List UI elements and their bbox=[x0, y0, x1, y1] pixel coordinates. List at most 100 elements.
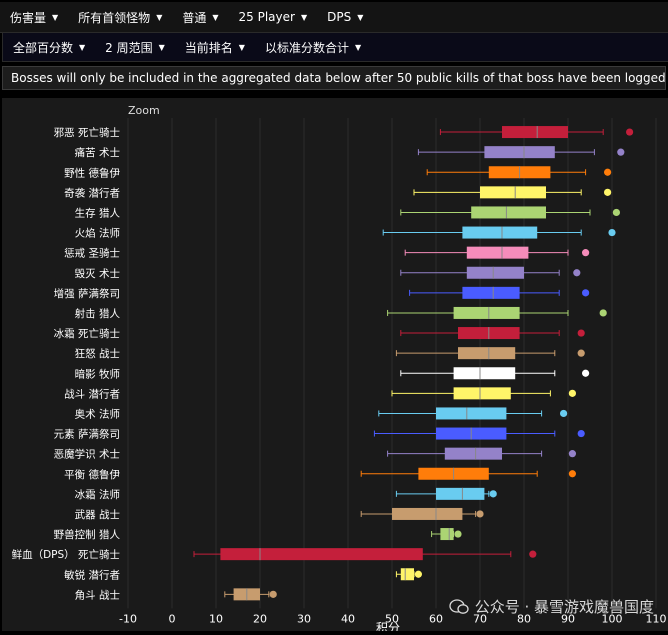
iqr-box[interactable] bbox=[392, 507, 463, 520]
outlier-point[interactable] bbox=[577, 329, 585, 337]
chevron-down-icon: ▼ bbox=[158, 42, 165, 52]
iqr-box[interactable] bbox=[462, 286, 520, 299]
row-label: 鲜血（DPS） 死亡骑士 bbox=[12, 548, 120, 561]
iqr-box[interactable] bbox=[436, 407, 507, 420]
row-label: 奇袭 潜行者 bbox=[64, 186, 120, 199]
percentile-label: 全部百分数 bbox=[13, 40, 74, 55]
scoring-dropdown[interactable]: 以标准分数合计 ▼ bbox=[255, 39, 371, 56]
outlier-point[interactable] bbox=[573, 269, 581, 277]
outlier-point[interactable] bbox=[568, 450, 577, 458]
outlier-point[interactable] bbox=[604, 188, 612, 196]
ranking-dropdown[interactable]: 当前排名 ▼ bbox=[175, 39, 255, 56]
iqr-box[interactable] bbox=[453, 306, 520, 319]
chevron-down-icon: ▼ bbox=[52, 12, 59, 22]
zoom-label[interactable]: Zoom bbox=[128, 104, 160, 117]
iqr-box[interactable] bbox=[462, 226, 538, 239]
chevron-down-icon: ▼ bbox=[156, 12, 163, 22]
stat-dropdown[interactable]: DPS ▼ bbox=[317, 10, 373, 24]
row-label: 奥术 法师 bbox=[75, 407, 120, 420]
outlier-point[interactable] bbox=[582, 249, 590, 257]
box-row: 狂怒 战士 bbox=[75, 347, 585, 360]
outlier-point[interactable] bbox=[568, 470, 577, 478]
time-range-label: 2 周范围 bbox=[105, 40, 153, 55]
ranking-label: 当前排名 bbox=[184, 40, 233, 55]
outlier-point[interactable] bbox=[568, 389, 577, 397]
outlier-point[interactable] bbox=[604, 168, 612, 176]
row-label: 狂怒 战士 bbox=[75, 347, 120, 360]
x-tick-label: 30 bbox=[297, 612, 311, 625]
time-range-dropdown[interactable]: 2 周范围 ▼ bbox=[95, 39, 175, 56]
iqr-box[interactable] bbox=[453, 387, 511, 400]
outlier-point[interactable] bbox=[626, 128, 634, 136]
outlier-point[interactable] bbox=[560, 409, 568, 418]
row-label: 恶魔学识 术士 bbox=[54, 448, 120, 461]
outlier-point[interactable] bbox=[529, 550, 537, 558]
row-label: 暗影 牧师 bbox=[75, 367, 120, 380]
iqr-box[interactable] bbox=[480, 186, 546, 199]
gridlines bbox=[127, 118, 657, 609]
watermark-text: 公众号 · 暴雪游戏魔兽国度 bbox=[474, 598, 654, 616]
box-plot-chart: Zoom 邪恶 死亡骑士痛苦 术士野性 德鲁伊奇袭 潜行者生存 猎人火焰 法师惩… bbox=[12, 104, 667, 635]
box-row: 邪恶 死亡骑士 bbox=[54, 126, 634, 139]
outlier-point[interactable] bbox=[476, 510, 484, 518]
box-row: 敏锐 潜行者 bbox=[64, 568, 422, 581]
outlier-point[interactable] bbox=[617, 148, 625, 156]
outlier-point[interactable] bbox=[608, 228, 616, 237]
percentile-dropdown[interactable]: 全部百分数 ▼ bbox=[3, 39, 95, 56]
row-label: 惩戒 圣骑士 bbox=[64, 247, 120, 260]
difficulty-dropdown[interactable]: 普通 ▼ bbox=[172, 9, 228, 26]
outlier-point[interactable] bbox=[612, 208, 621, 217]
metric-dropdown[interactable]: 伤害量 ▼ bbox=[0, 9, 68, 26]
raid-size-label: 25 Player bbox=[238, 10, 295, 24]
boss-dropdown[interactable]: 所有首领怪物 ▼ bbox=[68, 9, 172, 26]
outlier-point[interactable] bbox=[454, 530, 462, 538]
outlier-point[interactable] bbox=[489, 490, 497, 498]
iqr-box[interactable] bbox=[440, 528, 454, 541]
row-label: 邪恶 死亡骑士 bbox=[54, 126, 120, 139]
row-label: 野性 德鲁伊 bbox=[64, 166, 120, 179]
notice-banner: Bosses will only be included in the aggr… bbox=[2, 66, 666, 90]
x-axis-label: 积分 bbox=[376, 621, 400, 631]
iqr-box[interactable] bbox=[220, 548, 423, 561]
box-row: 痛苦 术士 bbox=[75, 146, 625, 159]
box-row: 冰霜 法师 bbox=[75, 487, 497, 501]
box-row: 野兽控制 猎人 bbox=[54, 528, 462, 541]
watermark: 公众号 · 暴雪游戏魔兽国度 bbox=[449, 596, 654, 617]
box-row: 奇袭 潜行者 bbox=[64, 186, 612, 199]
chevron-down-icon: ▼ bbox=[238, 42, 245, 52]
raid-size-dropdown[interactable]: 25 Player ▼ bbox=[229, 10, 318, 24]
outlier-point[interactable] bbox=[582, 369, 590, 377]
scoring-label: 以标准分数合计 bbox=[264, 40, 349, 55]
box-row: 冰霜 死亡骑士 bbox=[54, 327, 585, 340]
stat-label: DPS bbox=[327, 10, 352, 24]
box-row: 暗影 牧师 bbox=[75, 367, 590, 380]
iqr-box[interactable] bbox=[436, 487, 485, 500]
iqr-box[interactable] bbox=[444, 447, 502, 460]
x-tick-label: -10 bbox=[119, 612, 137, 625]
iqr-box[interactable] bbox=[466, 266, 524, 279]
outlier-point[interactable] bbox=[577, 429, 585, 438]
iqr-box[interactable] bbox=[453, 367, 516, 380]
iqr-box[interactable] bbox=[484, 146, 555, 159]
iqr-box[interactable] bbox=[466, 246, 529, 259]
box-row: 鲜血（DPS） 死亡骑士 bbox=[12, 548, 537, 561]
row-label: 元素 萨满祭司 bbox=[54, 428, 120, 441]
outlier-point[interactable] bbox=[582, 289, 590, 297]
chevron-down-icon: ▼ bbox=[212, 12, 219, 22]
iqr-box[interactable] bbox=[400, 568, 414, 581]
outlier-point[interactable] bbox=[577, 349, 585, 357]
row-label: 野兽控制 猎人 bbox=[54, 528, 121, 541]
row-label: 武器 战士 bbox=[75, 508, 120, 521]
row-label: 战斗 潜行者 bbox=[64, 387, 120, 400]
iqr-box[interactable] bbox=[502, 126, 568, 139]
outlier-point[interactable] bbox=[269, 590, 277, 598]
outlier-point[interactable] bbox=[599, 309, 607, 317]
chevron-down-icon: ▼ bbox=[300, 12, 308, 22]
row-label: 平衡 德鲁伊 bbox=[64, 468, 120, 481]
iqr-box[interactable] bbox=[458, 347, 516, 360]
row-label: 火焰 法师 bbox=[75, 227, 120, 240]
boss-label: 所有首领怪物 bbox=[78, 10, 151, 25]
top-filter-bar: 伤害量 ▼ 所有首领怪物 ▼ 普通 ▼ 25 Player ▼ DPS ▼ bbox=[0, 2, 668, 33]
iqr-box[interactable] bbox=[471, 206, 546, 219]
outlier-point[interactable] bbox=[414, 570, 422, 578]
